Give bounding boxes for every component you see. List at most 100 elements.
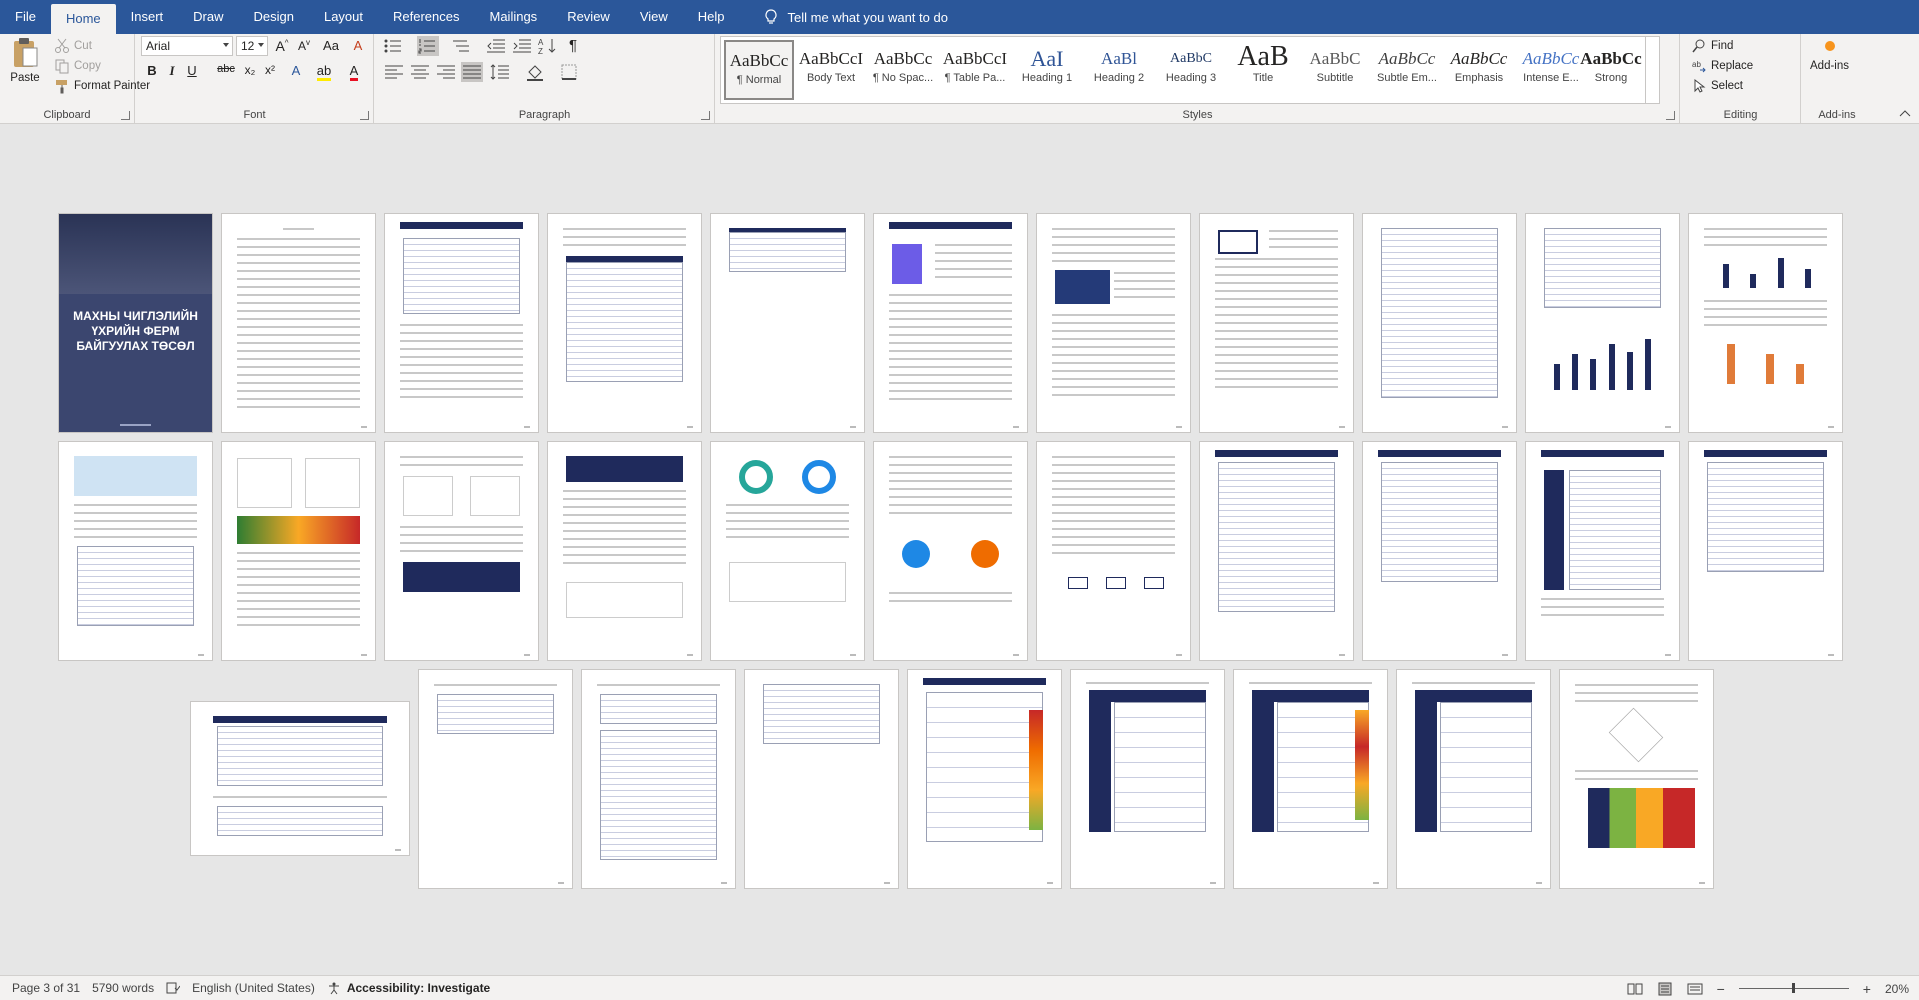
document-page[interactable] (581, 669, 736, 889)
align-left-icon[interactable] (383, 62, 405, 82)
document-page[interactable] (1199, 441, 1354, 661)
select-button[interactable]: Select (1691, 78, 1743, 94)
copy-button[interactable]: Copy (54, 58, 101, 74)
change-case-button[interactable]: Aa (318, 38, 344, 53)
document-page[interactable] (1525, 213, 1680, 433)
document-page[interactable] (418, 669, 573, 889)
document-page[interactable] (1525, 441, 1680, 661)
style-heading-3[interactable]: AaBbC Heading 3 (1156, 40, 1226, 100)
increase-indent-icon[interactable] (511, 36, 533, 56)
numbering-icon[interactable] (417, 36, 439, 56)
show-formatting-button[interactable]: ¶ (563, 37, 583, 54)
highlight-icon[interactable]: ab (314, 63, 334, 81)
document-page[interactable] (1688, 441, 1843, 661)
clipboard-launcher-icon[interactable] (121, 111, 130, 120)
document-page[interactable] (907, 669, 1062, 889)
collapse-ribbon-icon[interactable] (1899, 109, 1911, 117)
word-count[interactable]: 5790 words (92, 981, 154, 995)
page-indicator[interactable]: Page 3 of 31 (12, 981, 80, 995)
document-page[interactable] (710, 441, 865, 661)
text-effects-icon[interactable]: A (286, 63, 306, 78)
style-normal[interactable]: AaBbCc ¶ Normal (724, 40, 794, 100)
tab-design[interactable]: Design (239, 0, 309, 34)
paste-button[interactable]: Paste (10, 36, 40, 84)
style-subtitle[interactable]: AaBbC Subtitle (1300, 40, 1370, 100)
zoom-out-button[interactable]: − (1717, 981, 1725, 997)
tab-home[interactable]: Home (50, 4, 116, 34)
document-page[interactable] (384, 441, 539, 661)
document-page[interactable] (58, 441, 213, 661)
document-page[interactable] (1362, 213, 1517, 433)
replace-button[interactable]: ab Replace (1691, 58, 1753, 74)
tab-help[interactable]: Help (683, 0, 740, 34)
underline-button[interactable]: U (182, 63, 202, 78)
justify-icon[interactable] (461, 62, 483, 82)
style-heading-2[interactable]: AaBl Heading 2 (1084, 40, 1154, 100)
document-page[interactable] (1233, 669, 1388, 889)
zoom-in-button[interactable]: + (1863, 981, 1871, 997)
cut-button[interactable]: Cut (54, 38, 92, 54)
font-launcher-icon[interactable] (360, 111, 369, 120)
document-page[interactable] (1036, 441, 1191, 661)
line-spacing-icon[interactable] (489, 62, 511, 82)
tab-review[interactable]: Review (552, 0, 625, 34)
tab-layout[interactable]: Layout (309, 0, 378, 34)
tab-references[interactable]: References (378, 0, 474, 34)
multilevel-list-icon[interactable] (451, 36, 473, 56)
document-page[interactable] (1362, 441, 1517, 661)
document-page[interactable] (1396, 669, 1551, 889)
read-mode-icon[interactable] (1627, 982, 1643, 996)
tab-draw[interactable]: Draw (178, 0, 238, 34)
grow-font-icon[interactable]: A^ (272, 38, 292, 54)
tab-mailings[interactable]: Mailings (475, 0, 553, 34)
subscript-button[interactable]: x₂ (240, 63, 260, 77)
tab-view[interactable]: View (625, 0, 683, 34)
tab-insert[interactable]: Insert (116, 0, 179, 34)
document-page[interactable] (221, 213, 376, 433)
language-indicator[interactable]: English (United States) (192, 981, 315, 995)
sort-icon[interactable]: AZ (537, 36, 559, 56)
document-page[interactable] (744, 669, 899, 889)
style-title[interactable]: AaB Title (1228, 40, 1298, 100)
strikethrough-button[interactable]: abc (214, 63, 238, 75)
align-center-icon[interactable] (409, 62, 431, 82)
zoom-slider[interactable] (1738, 983, 1849, 993)
document-page[interactable] (1688, 213, 1843, 433)
web-layout-icon[interactable] (1687, 982, 1703, 996)
document-page[interactable] (873, 213, 1028, 433)
proofing-status[interactable] (166, 982, 181, 994)
document-page[interactable] (1036, 213, 1191, 433)
decrease-indent-icon[interactable] (485, 36, 507, 56)
find-button[interactable]: Find (1691, 38, 1733, 54)
document-page[interactable] (1559, 669, 1714, 889)
document-page[interactable] (190, 701, 410, 856)
styles-gallery-scroll[interactable] (1645, 37, 1659, 103)
shading-icon[interactable] (525, 62, 547, 82)
bold-button[interactable]: B (142, 63, 162, 78)
style-no-spacing[interactable]: AaBbCc ¶ No Spac... (868, 40, 938, 100)
print-layout-icon[interactable] (1657, 982, 1673, 996)
style-heading-1[interactable]: AaI Heading 1 (1012, 40, 1082, 100)
document-page[interactable] (547, 213, 702, 433)
document-page[interactable] (384, 213, 539, 433)
document-page[interactable]: МАХНЫ ЧИГЛЭЛИЙН ҮХРИЙН ФЕРМ БАЙГУУЛАХ ТӨ… (58, 213, 213, 433)
document-page[interactable] (1070, 669, 1225, 889)
document-page[interactable] (221, 441, 376, 661)
document-page[interactable] (873, 441, 1028, 661)
superscript-button[interactable]: x² (260, 63, 280, 77)
tell-me-search[interactable]: Tell me what you want to do (764, 0, 948, 34)
zoom-slider-thumb[interactable] (1791, 983, 1795, 993)
bullets-icon[interactable] (383, 36, 405, 56)
style-table-paragraph[interactable]: AaBbCcI ¶ Table Pa... (940, 40, 1010, 100)
document-area[interactable]: МАХНЫ ЧИГЛЭЛИЙН ҮХРИЙН ФЕРМ БАЙГУУЛАХ ТӨ… (0, 125, 1919, 975)
shrink-font-icon[interactable]: Av (294, 38, 314, 53)
document-page[interactable] (710, 213, 865, 433)
document-page[interactable] (547, 441, 702, 661)
style-subtle-emphasis[interactable]: AaBbCc Subtle Em... (1372, 40, 1442, 100)
tab-file[interactable]: File (0, 0, 51, 34)
font-color-icon[interactable]: A (344, 63, 364, 81)
align-right-icon[interactable] (435, 62, 457, 82)
style-body-text[interactable]: AaBbCcI Body Text (796, 40, 866, 100)
styles-launcher-icon[interactable] (1666, 111, 1675, 120)
style-intense-emphasis[interactable]: AaBbCc Intense E... (1516, 40, 1586, 100)
